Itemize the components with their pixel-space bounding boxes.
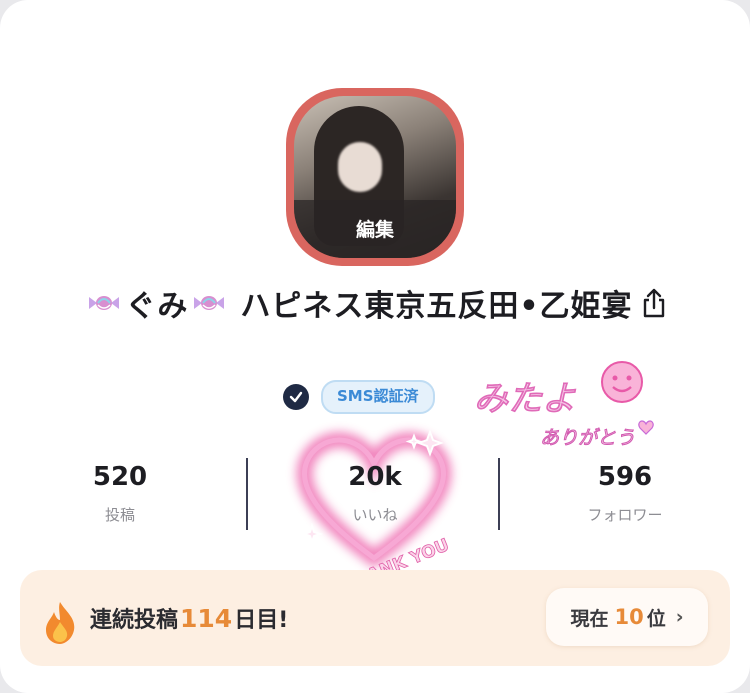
avatar-edit-label[interactable]: 編集 bbox=[294, 215, 456, 242]
rank-value: 10 bbox=[614, 605, 644, 629]
shop-name: ハピネス東京五反田•乙姫宴 bbox=[240, 289, 633, 324]
stamp-arigatou-text: ありがとう bbox=[540, 427, 635, 449]
posting-streak-banner: 連続投稿 114 日目! 現在 10 位 › bbox=[20, 570, 730, 666]
stat-value: 596 bbox=[597, 462, 653, 492]
mitayo-stamp: みたよ ありがとう bbox=[473, 361, 654, 450]
rank-prefix: 現在 bbox=[570, 607, 609, 630]
share-icon[interactable] bbox=[641, 288, 667, 318]
rank-unit: 位 bbox=[646, 607, 666, 630]
stat-posts[interactable]: 520 投稿 bbox=[20, 462, 220, 525]
streak-suffix: 日目! bbox=[234, 608, 289, 633]
stamp-mitayo-text: みたよ bbox=[474, 379, 576, 419]
flame-icon bbox=[46, 602, 75, 644]
stat-divider bbox=[246, 458, 248, 530]
stat-followers[interactable]: 596 フォロワー bbox=[525, 462, 725, 525]
stat-likes[interactable]: 20k いいね bbox=[275, 462, 475, 525]
stat-label: いいね bbox=[352, 506, 398, 524]
profile-card: 編集 ぐみ ハピネス東京五反田•乙姫宴 SMS認証済 みたよ ありがとう THA… bbox=[0, 0, 750, 693]
stat-label: 投稿 bbox=[104, 506, 135, 524]
verification-row: SMS認証済 bbox=[283, 380, 435, 414]
avatar[interactable]: 編集 bbox=[294, 96, 456, 258]
stat-divider bbox=[498, 458, 500, 530]
chevron-right-icon: › bbox=[675, 606, 684, 628]
verified-check-icon bbox=[283, 384, 309, 410]
stat-label: フォロワー bbox=[587, 506, 663, 524]
profile-stats: 520 投稿 20k いいね 596 フォロワー bbox=[0, 462, 750, 532]
streak-prefix: 連続投稿 bbox=[90, 608, 179, 633]
avatar-face-blur bbox=[338, 142, 382, 192]
profile-name-row: ぐみ ハピネス東京五反田•乙姫宴 bbox=[0, 278, 750, 328]
streak-count: 114 bbox=[180, 604, 233, 633]
display-name: ぐみ bbox=[125, 289, 189, 324]
avatar-ring[interactable]: 編集 bbox=[286, 88, 464, 266]
candy-icon bbox=[194, 296, 225, 310]
ranking-button[interactable]: 現在 10 位 › bbox=[546, 588, 708, 646]
candy-icon bbox=[89, 296, 120, 310]
profile-name: ぐみ ハピネス東京五反田•乙姫宴 bbox=[83, 281, 666, 325]
streak-text: 連続投稿 114 日目! bbox=[90, 602, 288, 634]
stat-value: 520 bbox=[92, 462, 148, 492]
sms-verified-badge: SMS認証済 bbox=[321, 380, 435, 414]
stat-value: 20k bbox=[348, 462, 402, 492]
